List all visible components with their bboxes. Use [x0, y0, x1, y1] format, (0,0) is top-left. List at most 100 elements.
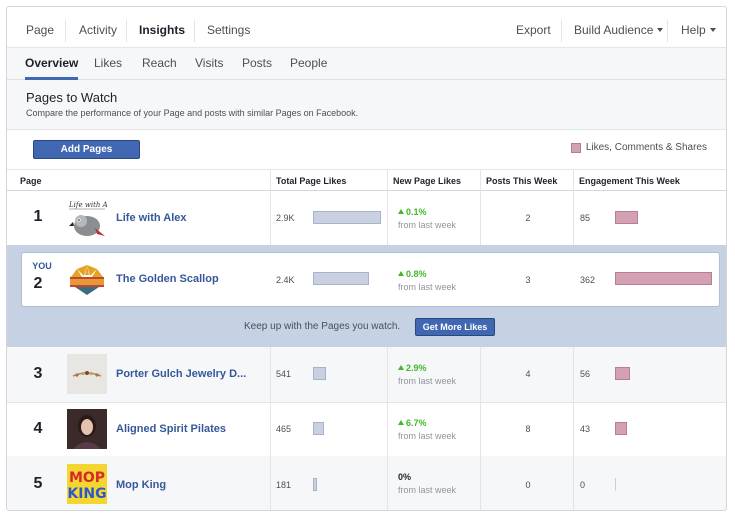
table-row[interactable]: 4 Aligned Spirit Pilates 465 6.7% from l… — [7, 403, 726, 456]
total-likes-value: 541 — [276, 369, 292, 379]
build-audience-menu[interactable]: Build Audience — [574, 7, 664, 47]
engagement-value: 56 — [580, 369, 591, 379]
subtab-overview[interactable]: Overview — [25, 48, 79, 80]
page-name-link[interactable]: The Golden Scallop — [116, 273, 219, 285]
column-header-engagement[interactable]: Engagement This Week — [579, 170, 680, 192]
column-divider — [573, 347, 574, 510]
chevron-down-icon — [709, 28, 716, 32]
engagement-bar — [615, 367, 630, 380]
page-name-link[interactable]: Aligned Spirit Pilates — [116, 423, 226, 435]
jewelry-photo-icon — [67, 354, 107, 394]
engagement-bar — [615, 211, 638, 224]
export-button[interactable]: Export — [516, 7, 551, 47]
new-likes-cell: 0% from last week — [398, 472, 456, 495]
nav-divider — [561, 20, 562, 42]
page-name-link[interactable]: Porter Gulch Jewelry D... — [116, 368, 246, 380]
column-divider — [270, 347, 271, 510]
legend-swatch — [570, 142, 581, 153]
likes-bar — [313, 367, 326, 380]
subtab-likes[interactable]: Likes — [94, 48, 122, 80]
build-audience-label: Build Audience — [574, 23, 654, 37]
get-more-likes-button[interactable]: Get More Likes — [415, 318, 495, 336]
new-likes-caption: from last week — [398, 485, 457, 495]
pages-to-watch-card: Page Activity Insights Settings Export B… — [6, 6, 727, 511]
new-likes-cell: 6.7% from last week — [398, 418, 456, 441]
nav-tab-settings[interactable]: Settings — [207, 7, 250, 47]
nav-tab-page[interactable]: Page — [26, 7, 54, 47]
engagement-bar — [615, 478, 616, 491]
table-header: Page Total Page Likes New Page Likes Pos… — [7, 169, 726, 191]
posts-count: 3 — [525, 275, 531, 285]
engagement-legend: Likes, Comments & Shares — [570, 142, 707, 153]
insights-subnav: Overview Likes Reach Visits Posts People — [7, 47, 726, 80]
posts-count: 0 — [525, 480, 531, 490]
page-name-link[interactable]: Life with Alex — [116, 212, 187, 224]
column-header-page[interactable]: Page — [20, 170, 42, 192]
table-row[interactable]: 5 MOP KING Mop King 181 0% from last wee… — [7, 456, 726, 510]
nav-divider — [65, 20, 66, 42]
up-arrow-icon — [398, 365, 404, 370]
promo-bar: Keep up with the Pages you watch. Get Mo… — [7, 313, 726, 339]
mop-logo-line1: MOP — [69, 470, 105, 486]
likes-bar — [313, 422, 324, 435]
page-thumbnail-aligned-spirit[interactable] — [67, 409, 107, 449]
page-thumbnail-mop-king[interactable]: MOP KING — [67, 464, 107, 504]
you-badge: YOU — [32, 261, 52, 271]
new-likes-cell: 2.9% from last week — [398, 363, 456, 386]
alex-logo-text: Life with Alex — [68, 201, 107, 209]
likes-bar — [313, 272, 369, 285]
table-row[interactable]: 3 Porter Gulch Jewelry D... 541 2.9% fro… — [7, 347, 726, 402]
column-divider — [573, 170, 574, 245]
new-likes-cell: 0.1% from last week — [398, 207, 456, 230]
section-header: Pages to Watch Compare the performance o… — [7, 80, 726, 130]
subtab-posts[interactable]: Posts — [242, 48, 272, 80]
new-likes-percent: 0.8% — [406, 269, 427, 279]
rank-number: 5 — [33, 475, 43, 492]
action-bar: Add Pages Likes, Comments & Shares — [7, 130, 726, 170]
subtab-visits[interactable]: Visits — [195, 48, 223, 80]
section-title: Pages to Watch — [26, 90, 118, 105]
rank-number: 4 — [33, 420, 43, 437]
your-page-highlight: YOU 2 The Golden Scallop 2.4K 0.8% from … — [7, 245, 726, 347]
top-nav: Page Activity Insights Settings Export B… — [7, 7, 726, 47]
column-header-posts[interactable]: Posts This Week — [486, 170, 557, 192]
page-thumbnail-porter-gulch[interactable] — [67, 354, 107, 394]
nav-tab-activity[interactable]: Activity — [79, 7, 117, 47]
likes-bar — [313, 211, 381, 224]
nav-divider — [126, 20, 127, 42]
new-likes-percent: 2.9% — [406, 363, 427, 373]
table-row[interactable]: YOU 2 The Golden Scallop 2.4K 0.8% from … — [7, 252, 726, 307]
total-likes-value: 181 — [276, 480, 292, 490]
total-likes-value: 2.4K — [276, 275, 295, 285]
nav-divider — [667, 20, 668, 42]
help-label: Help — [681, 23, 706, 37]
up-arrow-icon — [398, 271, 404, 276]
column-header-total-likes[interactable]: Total Page Likes — [276, 170, 346, 192]
page-thumbnail-life-with-alex[interactable]: Life with Alex — [67, 198, 107, 238]
table-row[interactable]: 1 Life with Alex Life with Alex 2.9K 0.1… — [7, 191, 726, 245]
help-menu[interactable]: Help — [681, 7, 716, 47]
column-divider — [387, 347, 388, 510]
mop-logo-line2: KING — [67, 486, 106, 502]
up-arrow-icon — [398, 209, 404, 214]
engagement-value: 0 — [580, 480, 586, 490]
engagement-value: 43 — [580, 424, 591, 434]
parrot-logo-icon: Life with Alex — [67, 198, 107, 238]
new-likes-cell: 0.8% from last week — [398, 269, 456, 292]
page-thumbnail-golden-scallop[interactable] — [67, 259, 107, 299]
add-pages-button[interactable]: Add Pages — [33, 140, 140, 159]
engagement-value: 362 — [580, 275, 596, 285]
new-likes-percent: 0% — [398, 472, 412, 482]
new-likes-percent: 0.1% — [406, 207, 427, 217]
nav-tab-insights[interactable]: Insights — [139, 7, 185, 47]
section-subtitle: Compare the performance of your Page and… — [26, 108, 359, 118]
subtab-people[interactable]: People — [290, 48, 327, 80]
rank-number: 3 — [33, 365, 43, 382]
new-likes-percent: 6.7% — [406, 418, 427, 428]
page-name-link[interactable]: Mop King — [116, 479, 166, 491]
column-header-new-likes[interactable]: New Page Likes — [393, 170, 461, 192]
up-arrow-icon — [398, 420, 404, 425]
subtab-reach[interactable]: Reach — [142, 48, 177, 80]
new-likes-caption: from last week — [398, 376, 457, 386]
new-likes-caption: from last week — [398, 431, 457, 441]
